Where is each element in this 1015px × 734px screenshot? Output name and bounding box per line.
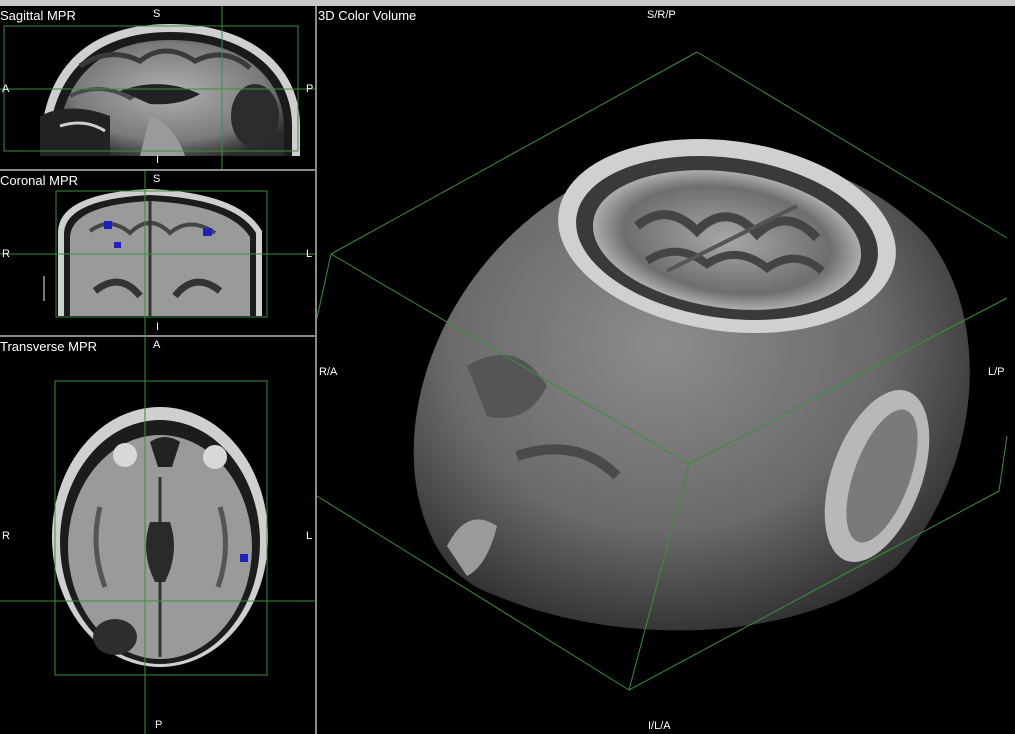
sagittal-orient-bottom: I (156, 154, 160, 166)
coronal-marker-3 (203, 228, 212, 236)
sagittal-orient-left: A (2, 83, 10, 95)
volume-title: 3D Color Volume (318, 8, 417, 23)
volume-orient-top: S/R/P (647, 9, 676, 21)
coronal-marker-1 (104, 221, 112, 229)
sagittal-orient-right: P (306, 83, 314, 95)
coronal-marker-2 (114, 242, 121, 248)
transverse-image (0, 337, 315, 734)
volume-orient-bottom: I/L/A (648, 720, 671, 732)
transverse-mpr-viewport[interactable]: Transverse MPR A P R L (0, 337, 315, 734)
transverse-marker (240, 554, 248, 562)
transverse-title: Transverse MPR (0, 339, 98, 354)
coronal-title: Coronal MPR (0, 173, 79, 188)
sagittal-image (0, 6, 315, 169)
volume-orient-right: L/P (988, 366, 1005, 378)
volume-orient-left: R/A (319, 366, 338, 378)
transverse-orient-right: L (306, 530, 313, 542)
sagittal-title: Sagittal MPR (0, 8, 76, 23)
transverse-orient-left: R (2, 530, 10, 542)
coronal-image (0, 171, 315, 335)
3d-volume-render (317, 51, 1008, 691)
transverse-orient-top: A (153, 339, 161, 351)
transverse-orient-bottom: P (155, 719, 163, 731)
coronal-mpr-viewport[interactable]: Coronal MPR S I R L (0, 171, 315, 335)
coronal-orient-right: L (306, 248, 313, 260)
sagittal-orient-top: S (153, 8, 161, 20)
coronal-orient-bottom: I (156, 321, 160, 333)
coronal-orient-top: S (153, 173, 161, 185)
coronal-orient-left: R (2, 248, 10, 260)
sagittal-mpr-viewport[interactable]: Sagittal MPR S I A P (0, 6, 315, 169)
3d-volume-viewport[interactable]: 3D Color Volume S/R/P I/L/A R/A L/P (317, 6, 1015, 734)
